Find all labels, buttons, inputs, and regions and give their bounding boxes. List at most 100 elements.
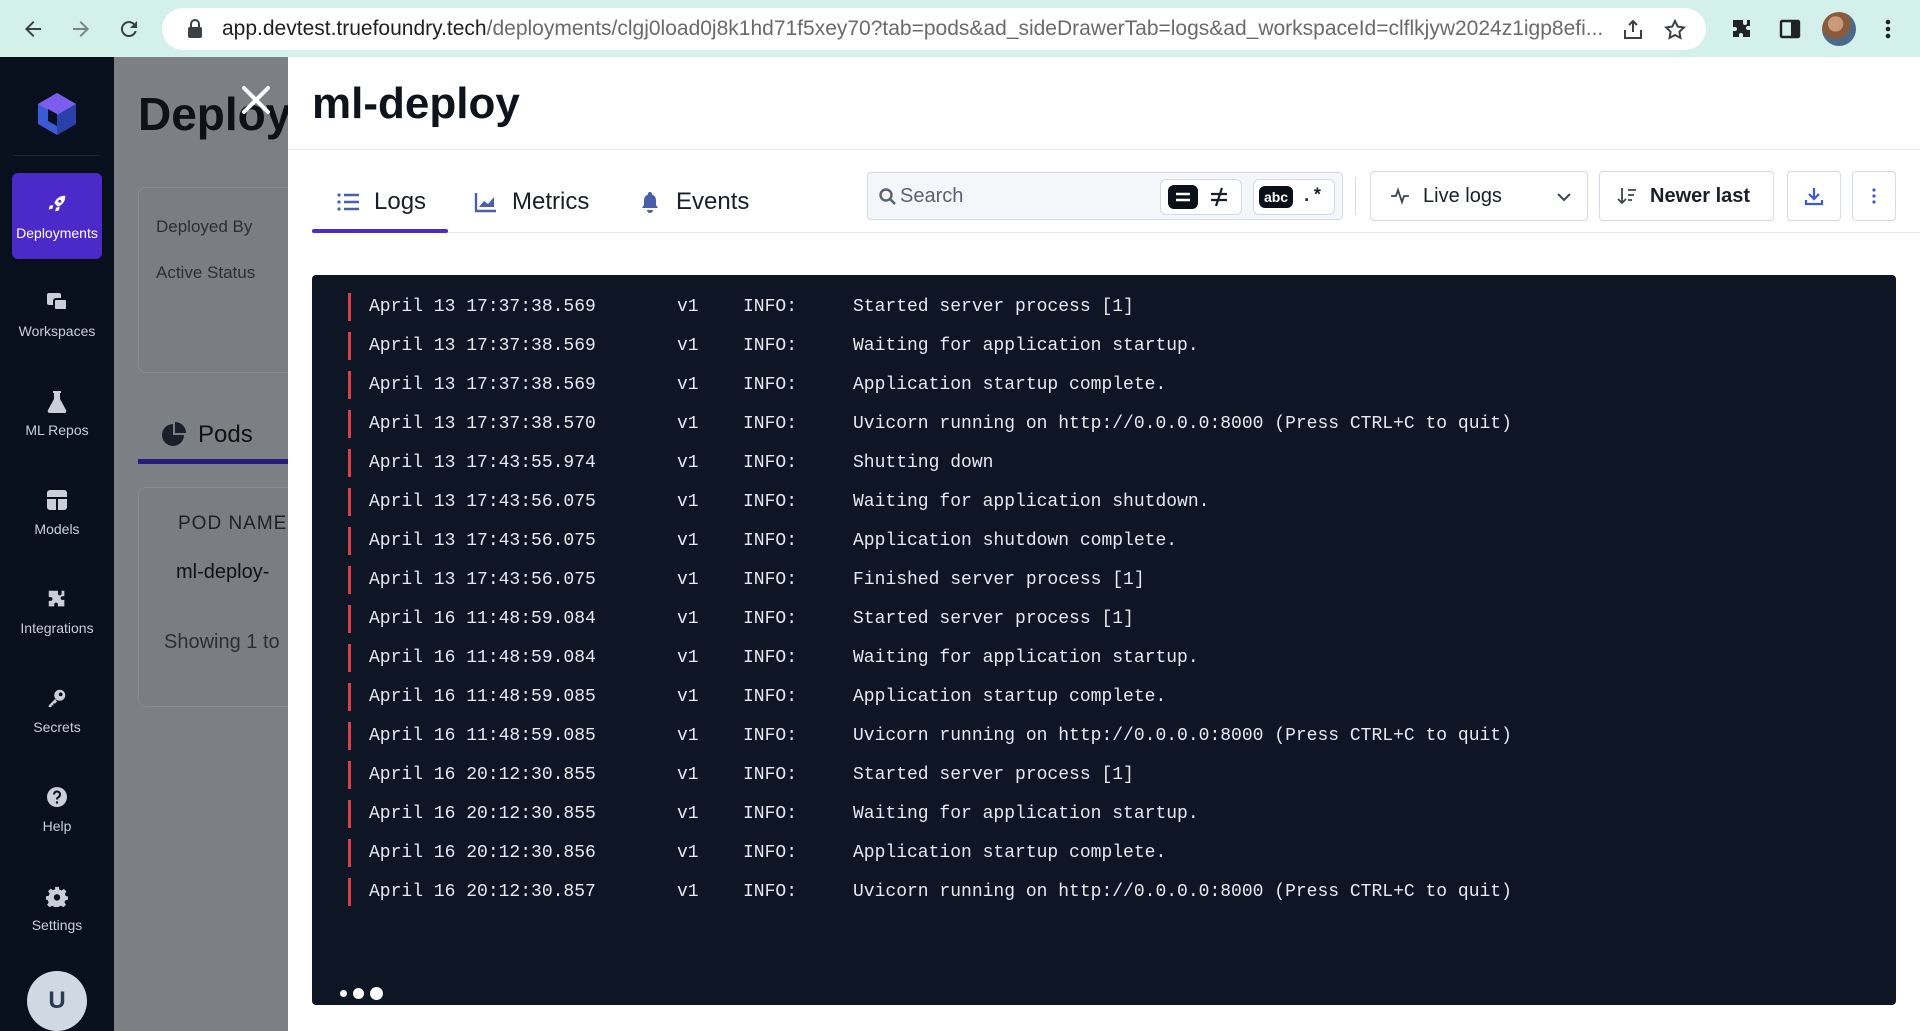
sidebar-item-integrations[interactable]: Integrations	[12, 568, 102, 654]
rocket-icon	[44, 191, 70, 217]
equals-toggle[interactable]	[1165, 183, 1201, 211]
log-timestamp: April 13 17:37:38.569	[369, 375, 596, 395]
key-icon	[44, 685, 70, 711]
log-timestamp: April 16 20:12:30.856	[369, 843, 596, 863]
bell-icon	[636, 188, 664, 216]
sort-label: Newer last	[1650, 184, 1751, 207]
tab-label: Logs	[374, 188, 427, 215]
sort-order-button[interactable]: Newer last	[1599, 171, 1774, 221]
log-version: v1	[677, 375, 699, 395]
log-message: Shutting down	[853, 453, 994, 473]
more-options-button[interactable]	[1852, 171, 1896, 221]
log-timestamp: April 16 11:48:59.085	[369, 726, 596, 746]
log-timestamp: April 16 20:12:30.855	[369, 804, 596, 824]
pod-name-column-header: POD NAME	[178, 513, 288, 534]
tab-logs[interactable]: Logs	[334, 177, 426, 227]
log-level-bar	[348, 644, 351, 672]
sidebar-item-label: Help	[42, 818, 72, 834]
log-version: v1	[677, 882, 699, 902]
reload-icon	[120, 21, 137, 38]
bookmark-star-icon[interactable]	[1662, 17, 1688, 43]
user-avatar[interactable]: U	[27, 971, 87, 1031]
share-icon[interactable]	[1620, 17, 1646, 43]
download-logs-button[interactable]	[1787, 171, 1841, 221]
log-level: INFO:	[743, 570, 798, 590]
sidebar-item-settings[interactable]: Settings	[12, 865, 102, 951]
log-search-box: abc .*	[867, 172, 1343, 220]
browser-profile-avatar[interactable]	[1822, 12, 1856, 46]
gear-icon	[44, 883, 70, 909]
log-timestamp: April 13 17:37:38.569	[369, 297, 596, 317]
background-pods-tab: Pods	[138, 405, 288, 465]
log-message: Application startup complete.	[853, 687, 1167, 707]
kebab-menu-icon[interactable]	[1872, 13, 1904, 45]
tab-label: Events	[676, 188, 750, 215]
vertical-dots-icon	[1872, 188, 1876, 204]
not-equals-toggle[interactable]	[1201, 183, 1237, 211]
log-level: INFO:	[743, 375, 798, 395]
sidebar-item-help[interactable]: Help	[12, 766, 102, 852]
search-icon	[879, 188, 896, 205]
log-timestamp: April 16 11:48:59.084	[369, 609, 596, 629]
log-level: INFO:	[743, 336, 798, 356]
log-level: INFO:	[743, 726, 798, 746]
download-icon	[1804, 188, 1824, 206]
tab-events[interactable]: Events	[636, 177, 749, 227]
sidebar-item-label: ML Repos	[25, 422, 89, 438]
log-viewer[interactable]: April 13 17:37:38.569 v1 INFO: Started serv…	[312, 275, 1896, 1005]
log-level-bar	[348, 566, 351, 594]
tab-label: Metrics	[512, 188, 590, 215]
log-message: Application startup complete.	[853, 843, 1167, 863]
log-level-bar	[348, 839, 351, 867]
forward-button[interactable]	[58, 6, 104, 52]
pagination-showing: Showing 1 to	[164, 631, 280, 653]
address-bar[interactable]: app.devtest.truefoundry.tech/deployments…	[162, 8, 1706, 50]
live-logs-selected: Live logs	[1423, 184, 1502, 207]
log-line: April 13 17:43:56.075 v1 INFO: Finished ser…	[348, 566, 1145, 594]
sidebar-item-label: Workspaces	[18, 323, 96, 339]
tab-metrics[interactable]: Metrics	[472, 177, 589, 227]
header-divider	[288, 149, 1920, 150]
sidebar-item-models[interactable]: Models	[12, 469, 102, 555]
sidebar-item-workspaces[interactable]: Workspaces	[12, 271, 102, 357]
extensions-puzzle-icon[interactable]	[1726, 13, 1758, 45]
log-level-bar	[348, 761, 351, 789]
log-timestamp: April 13 17:43:56.075	[369, 531, 596, 551]
log-timestamp: April 16 11:48:59.084	[369, 648, 596, 668]
close-drawer-button[interactable]	[236, 80, 276, 120]
sidebar-item-ml-repos[interactable]: ML Repos	[12, 370, 102, 456]
sidebar-item-secrets[interactable]: Secrets	[12, 667, 102, 753]
logs-side-drawer: ml-deploy Logs Metrics Events Search abc…	[288, 57, 1920, 1031]
truefoundry-logo[interactable]	[30, 87, 84, 141]
close-icon	[242, 86, 270, 114]
back-button[interactable]	[10, 6, 56, 52]
case-sensitive-toggle[interactable]: abc	[1258, 183, 1294, 211]
log-timestamp: April 13 17:43:55.974	[369, 453, 596, 473]
log-timestamp: April 13 17:43:56.075	[369, 570, 596, 590]
log-level: INFO:	[743, 882, 798, 902]
loading-dot	[353, 988, 364, 999]
log-line: April 13 17:43:56.075 v1 INFO: Application …	[348, 527, 1177, 555]
log-line: April 16 11:48:59.084 v1 INFO: Started serv…	[348, 605, 1134, 633]
match-mode-toggle-group	[1160, 179, 1242, 215]
log-level: INFO:	[743, 609, 798, 629]
active-tab-indicator	[312, 229, 448, 233]
reload-button[interactable]	[106, 6, 152, 52]
arrow-left-icon	[25, 21, 41, 37]
log-level: INFO:	[743, 414, 798, 434]
log-line: April 13 17:43:55.974 v1 INFO: Shutting dow…	[348, 449, 993, 477]
log-message: Uvicorn running on http://0.0.0.0:8000 (…	[853, 414, 1512, 434]
log-message: Uvicorn running on http://0.0.0.0:8000 (…	[853, 882, 1512, 902]
log-line: April 16 20:12:30.856 v1 INFO: Application …	[348, 839, 1166, 867]
log-level: INFO:	[743, 648, 798, 668]
log-level: INFO:	[743, 492, 798, 512]
log-search-input[interactable]	[900, 181, 1160, 211]
log-line: April 13 17:37:38.569 v1 INFO: Started serv…	[348, 293, 1134, 321]
browser-toolbar: app.devtest.truefoundry.tech/deployments…	[0, 0, 1920, 57]
log-version: v1	[677, 336, 699, 356]
live-logs-select[interactable]: Live logs	[1370, 171, 1588, 221]
sidebar-item-deployments[interactable]: Deployments	[12, 173, 102, 259]
side-panel-icon[interactable]	[1774, 13, 1806, 45]
regex-toggle[interactable]: .*	[1294, 183, 1330, 211]
pie-chart-icon	[162, 422, 186, 446]
